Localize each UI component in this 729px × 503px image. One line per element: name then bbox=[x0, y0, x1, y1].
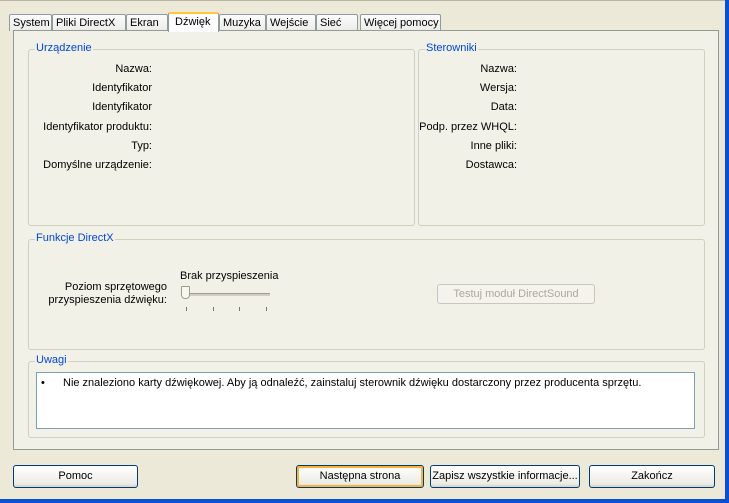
notes-title: Uwagi bbox=[35, 354, 68, 366]
tab-display[interactable]: Ekran bbox=[126, 14, 168, 31]
driver-date-label: Data: bbox=[490, 101, 517, 113]
driver-version-label: Wersja: bbox=[479, 82, 517, 94]
accel-value: Brak przyspieszenia bbox=[180, 270, 279, 282]
tab-sound[interactable]: Dźwięk bbox=[168, 12, 219, 32]
tab-more-help[interactable]: Więcej pomocy bbox=[360, 14, 441, 31]
tab-input[interactable]: Wejście bbox=[266, 14, 316, 31]
slider-tick bbox=[213, 307, 214, 311]
slider-tick bbox=[239, 307, 240, 311]
tab-system[interactable]: System bbox=[9, 14, 52, 31]
notes-item: Nie znaleziono karty dźwiękowej. Aby ją … bbox=[63, 377, 642, 389]
device-type-label: Typ: bbox=[131, 140, 152, 152]
device-id-label-2: Identyfikator bbox=[92, 101, 152, 113]
driver-group: Sterowniki Nazwa: Wersja: Data: Podp. pr… bbox=[418, 42, 705, 226]
directx-features-title: Funkcje DirectX bbox=[35, 232, 115, 244]
default-device-label: Domyślne urządzenie: bbox=[43, 159, 152, 171]
whql-label: Podp. przez WHQL: bbox=[419, 121, 517, 133]
accel-slider-thumb[interactable] bbox=[181, 286, 190, 299]
window-bottom-border bbox=[0, 499, 729, 503]
device-name-label: Nazwa: bbox=[115, 63, 152, 75]
device-group: Urządzenie Nazwa: Identyfikator Identyfi… bbox=[28, 42, 415, 226]
slider-tick bbox=[266, 307, 267, 311]
accel-slider-track[interactable] bbox=[181, 293, 270, 296]
exit-button[interactable]: Zakończ bbox=[589, 465, 715, 488]
test-directsound-button[interactable]: Testuj moduł DirectSound bbox=[437, 284, 595, 304]
tab-music[interactable]: Muzyka bbox=[219, 14, 266, 31]
directx-features-group: Funkcje DirectX Poziom sprzętowego przys… bbox=[28, 232, 705, 350]
accel-label-line1: Poziom sprzętowego bbox=[64, 281, 167, 293]
next-page-button[interactable]: Następna strona bbox=[296, 465, 424, 488]
device-id-label: Identyfikator bbox=[92, 82, 152, 94]
window-top-edge bbox=[0, 0, 729, 10]
notes-bullet: • bbox=[41, 377, 45, 389]
provider-label: Dostawca: bbox=[465, 159, 517, 171]
slider-tick bbox=[186, 307, 187, 311]
other-files-label: Inne pliki: bbox=[470, 140, 517, 152]
help-button[interactable]: Pomoc bbox=[13, 465, 138, 488]
tab-network[interactable]: Sieć bbox=[316, 14, 358, 31]
product-id-label: Identyfikator produktu: bbox=[43, 121, 152, 133]
device-group-title: Urządzenie bbox=[35, 42, 93, 54]
notes-box[interactable]: • Nie znaleziono karty dźwiękowej. Aby j… bbox=[36, 372, 695, 429]
tab-directx-files[interactable]: Pliki DirectX bbox=[52, 14, 126, 31]
accel-label-line2: przyspieszenia dźwięku: bbox=[48, 294, 167, 306]
driver-name-label: Nazwa: bbox=[480, 63, 517, 75]
notes-group: Uwagi • Nie znaleziono karty dźwiękowej.… bbox=[28, 354, 705, 438]
save-all-button[interactable]: Zapisz wszystkie informacje... bbox=[430, 465, 580, 488]
window-right-border bbox=[725, 0, 729, 503]
tab-panel: Urządzenie Nazwa: Identyfikator Identyfi… bbox=[13, 30, 719, 450]
driver-group-title: Sterowniki bbox=[425, 42, 478, 54]
